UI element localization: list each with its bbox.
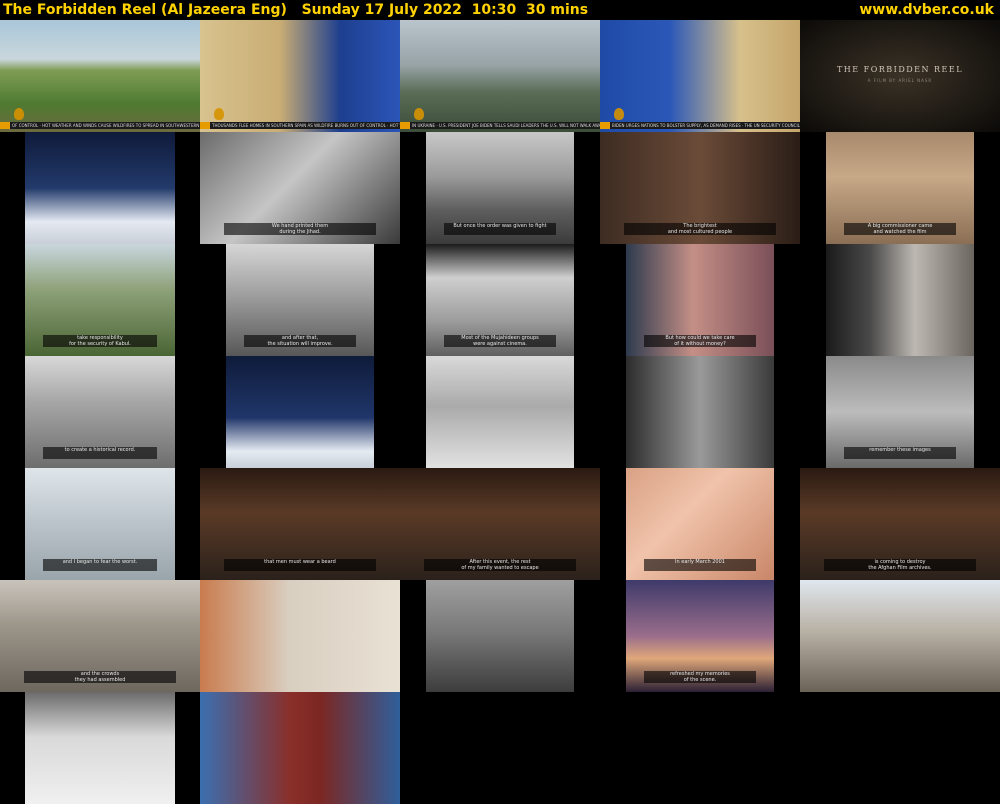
title-card-text: THE FORBIDDEN REEL [836, 65, 964, 74]
news-ticker: OF CONTROL · HOT WEATHER AND WINDS CAUSE… [0, 122, 200, 129]
subtitle-caption: and I began to fear the worst. [43, 559, 157, 571]
thumbnail-4-4[interactable] [626, 356, 774, 468]
subtitle-caption: But once the order was given to fight [443, 223, 557, 235]
broadcast-date: Sunday 17 July 2022 [301, 2, 462, 18]
thumbnail-5-5[interactable]: is coming to destroy the Afghan Film arch… [800, 468, 1000, 580]
thumbnail-3-5[interactable] [826, 244, 974, 356]
thumbnail-4-2[interactable] [226, 356, 374, 468]
subtitle-caption: refreshed my memories of the scene. [643, 671, 757, 683]
thumbnail-1-5[interactable]: THE FORBIDDEN REEL A FILM BY ARIEL NASR [800, 20, 1000, 132]
thumbnail-2-2[interactable]: We hand printed them during the Jihad. [200, 132, 400, 244]
subtitle-caption: take responsibility for the security of K… [43, 335, 157, 347]
thumbnail-6-5[interactable] [800, 580, 1000, 692]
subtitle-caption: remember these images [843, 447, 957, 459]
broadcast-duration: 30 mins [526, 2, 589, 18]
thumbnail-4-1[interactable]: to create a historical record. [25, 356, 175, 468]
al-jazeera-logo-icon [614, 108, 624, 120]
thumbnail-7-1[interactable] [25, 692, 175, 804]
thumbnail-1-3[interactable]: IN UKRAINE · U.S. PRESIDENT JOE BIDEN TE… [400, 20, 600, 132]
subtitle-caption: The brightest and most cultured people [624, 223, 776, 235]
thumbnail-5-2[interactable]: that men must wear a beard [200, 468, 400, 580]
thumbnail-7-2[interactable] [200, 692, 400, 804]
subtitle-caption: to create a historical record. [43, 447, 157, 459]
thumbnail-4-5[interactable]: remember these images [826, 356, 974, 468]
thumbnail-6-3[interactable] [426, 580, 574, 692]
al-jazeera-logo-icon [214, 108, 224, 120]
thumbnail-1-4[interactable]: BIDEN URGES NATIONS TO BOLSTER SUPPLY, A… [600, 20, 800, 132]
subtitle-caption: We hand printed them during the Jihad. [224, 223, 376, 235]
thumbnail-2-4[interactable]: The brightest and most cultured people [600, 132, 800, 244]
header-bar: The Forbidden Reel (Al Jazeera Eng) Sund… [0, 0, 1000, 20]
thumbnail-2-1[interactable] [25, 132, 175, 244]
thumbnail-2-3[interactable]: But once the order was given to fight [426, 132, 574, 244]
news-ticker: BIDEN URGES NATIONS TO BOLSTER SUPPLY, A… [600, 122, 800, 129]
thumbnail-6-1[interactable]: and the crowds they had assembled [0, 580, 200, 692]
thumbnail-2-5[interactable]: A big commissioner came and watched the f… [826, 132, 974, 244]
subtitle-caption: that men must wear a beard [224, 559, 376, 571]
thumbnail-6-2[interactable] [200, 580, 400, 692]
al-jazeera-logo-icon [14, 108, 24, 120]
al-jazeera-logo-icon [414, 108, 424, 120]
subtitle-caption: and the crowds they had assembled [24, 671, 176, 683]
broadcast-time: 10:30 [471, 2, 517, 18]
thumbnail-5-3[interactable]: After this event, the rest of my family w… [400, 468, 600, 580]
site-link[interactable]: www.dvber.co.uk [859, 0, 994, 20]
thumbnail-4-3[interactable] [426, 356, 574, 468]
title-card-subtitle: A FILM BY ARIEL NASR [867, 78, 933, 83]
subtitle-caption: In early March 2001 [643, 559, 757, 571]
programme-title: The Forbidden Reel (Al Jazeera Eng) [3, 2, 287, 18]
thumbnail-6-4[interactable]: refreshed my memories of the scene. [626, 580, 774, 692]
thumbnail-3-2[interactable]: and after that, the situation will improv… [226, 244, 374, 356]
news-ticker: IN UKRAINE · U.S. PRESIDENT JOE BIDEN TE… [400, 122, 600, 129]
subtitle-caption: is coming to destroy the Afghan Film arch… [824, 559, 976, 571]
thumbnail-3-1[interactable]: take responsibility for the security of K… [25, 244, 175, 356]
subtitle-caption: A big commissioner came and watched the f… [843, 223, 957, 235]
thumbnail-5-4[interactable]: In early March 2001 [626, 468, 774, 580]
thumbnail-5-1[interactable]: and I began to fear the worst. [25, 468, 175, 580]
thumbnail-3-4[interactable]: But how could we take care of it without … [626, 244, 774, 356]
subtitle-caption: But how could we take care of it without … [643, 335, 757, 347]
subtitle-caption: Most of the Mujahideen groups were agains… [443, 335, 557, 347]
news-ticker: THOUSANDS FLEE HOMES IN SOUTHERN SPAIN A… [200, 122, 400, 129]
thumbnail-grid: OF CONTROL · HOT WEATHER AND WINDS CAUSE… [0, 20, 1000, 804]
subtitle-caption: and after that, the situation will improv… [243, 335, 357, 347]
thumbnail-3-3[interactable]: Most of the Mujahideen groups were agains… [426, 244, 574, 356]
programme-info: The Forbidden Reel (Al Jazeera Eng) Sund… [3, 0, 588, 20]
thumbnail-1-1[interactable]: OF CONTROL · HOT WEATHER AND WINDS CAUSE… [0, 20, 200, 132]
thumbnail-1-2[interactable]: THOUSANDS FLEE HOMES IN SOUTHERN SPAIN A… [200, 20, 400, 132]
subtitle-caption: After this event, the rest of my family w… [424, 559, 576, 571]
